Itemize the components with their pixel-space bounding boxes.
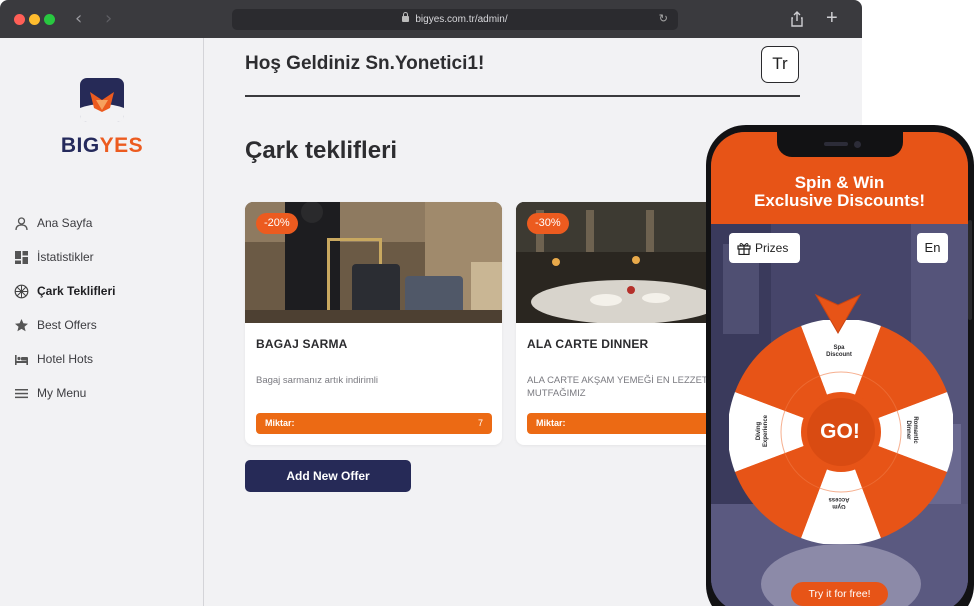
sidebar-item-label: My Menu [37, 386, 87, 400]
try-it-free-button[interactable]: Try it for free! [791, 582, 888, 606]
camera-icon [854, 141, 861, 148]
sidebar-item-cark-teklifleri[interactable]: Çark Teklifleri [14, 274, 194, 308]
headline-line-1: Spin & Win [794, 173, 885, 192]
wheel-icon [14, 284, 29, 299]
segment-spa-discount: Spa Discount [819, 345, 859, 359]
discount-badge: -20% [256, 213, 298, 234]
headline-line-2: Exclusive Discounts! [753, 191, 925, 210]
hamburger-menu-icon [14, 386, 29, 401]
segment-text: Diving [756, 421, 762, 441]
prizes-button[interactable]: Prizes [729, 233, 800, 263]
sidebar-item-ana-sayfa[interactable]: Ana Sayfa [14, 206, 194, 240]
url-text: bigyes.com.tr/admin/ [415, 14, 508, 25]
segment-gym-access: Gym Access [819, 495, 859, 509]
segment-romantic-dinner: Romantic Dinner [904, 410, 918, 450]
sidebar-item-label: Best Offers [37, 318, 97, 332]
star-icon [14, 318, 29, 333]
phone-side-button [968, 220, 972, 320]
reload-icon[interactable]: ↻ [659, 9, 668, 30]
gift-icon [737, 243, 751, 255]
offer-title: ALA CARTE DINNER [527, 337, 649, 351]
sidebar-item-label: Ana Sayfa [37, 216, 93, 230]
brand-wordmark: BIGYES [0, 134, 204, 158]
segment-text: Romantic [912, 416, 918, 444]
dashboard-icon [14, 250, 29, 265]
offer-amount-bar: Miktar: 7 [256, 413, 492, 434]
speaker-grille [824, 142, 848, 146]
spin-win-headline: Spin & Win Exclusive Discounts! [711, 174, 968, 210]
segment-text: Discount [826, 352, 852, 358]
forward-arrow-icon[interactable]: › [105, 9, 112, 29]
sidebar-item-label: Çark Teklifleri [37, 284, 116, 298]
bed-icon [14, 352, 29, 367]
segment-text: Dinner [905, 420, 911, 440]
sidebar-item-istatistikler[interactable]: İstatistikler [14, 240, 194, 274]
sidebar-item-hotel-hots[interactable]: Hotel Hots [14, 342, 194, 376]
offer-image-luggage: -20% [245, 202, 502, 323]
sidebar-menu: Ana Sayfa İstatistikler Çark Teklifleri … [14, 206, 194, 410]
segment-text: Spa [833, 345, 845, 351]
segment-text: Gym [832, 503, 846, 509]
wheel-pointer-icon [814, 293, 862, 334]
prizes-label: Prizes [755, 241, 789, 255]
back-arrow-icon[interactable]: ‹ [75, 9, 82, 29]
sidebar-item-my-menu[interactable]: My Menu [14, 376, 194, 410]
amount-label: Miktar: [536, 418, 566, 428]
sidebar-item-best-offers[interactable]: Best Offers [14, 308, 194, 342]
new-tab-icon[interactable]: + [826, 7, 838, 29]
offer-card[interactable]: -20% BAGAJ SARMA Bagaj sarmanız artık in… [245, 202, 502, 445]
segment-diving-experience: Diving Experience [756, 411, 770, 451]
trash-icon[interactable] [473, 215, 502, 323]
browser-toolbar: ‹ › bigyes.com.tr/admin/ ↻ + [0, 0, 862, 38]
offer-description: Bagaj sarmanız artık indirimli [256, 375, 378, 386]
maximize-window-button[interactable] [44, 14, 55, 25]
amount-label: Miktar: [265, 418, 295, 428]
phone-notch [777, 132, 903, 157]
close-window-button[interactable] [14, 14, 25, 25]
brand-part-big: BIG [60, 134, 100, 157]
sidebar-item-label: İstatistikler [37, 250, 94, 264]
segment-text: Experience [763, 414, 769, 448]
go-button[interactable]: GO! [809, 420, 871, 444]
user-icon [14, 216, 29, 231]
share-icon[interactable] [790, 11, 804, 27]
bigyes-logo-icon[interactable] [80, 78, 124, 122]
offer-title: BAGAJ SARMA [256, 337, 348, 351]
discount-badge: -30% [527, 213, 569, 234]
page-title: Çark teklifleri [245, 137, 398, 164]
header-divider [245, 95, 800, 97]
welcome-heading: Hoş Geldiniz Sn.Yonetici1! [245, 53, 485, 74]
sidebar-item-label: Hotel Hots [37, 352, 94, 366]
phone-language-button[interactable]: En [917, 233, 948, 263]
brand-part-yes: YES [99, 134, 144, 157]
sidebar: BIGYES Ana Sayfa İstatistikler Çark Tekl… [0, 38, 204, 606]
lock-icon [402, 12, 410, 22]
amount-value: 7 [477, 418, 483, 428]
address-bar[interactable]: bigyes.com.tr/admin/ ↻ [232, 9, 678, 30]
minimize-window-button[interactable] [29, 14, 40, 25]
language-switch-button[interactable]: Tr [761, 46, 799, 83]
add-new-offer-button[interactable]: Add New Offer [245, 460, 411, 492]
phone-header: Spin & Win Exclusive Discounts! [711, 132, 968, 224]
segment-text: Access [828, 496, 850, 502]
